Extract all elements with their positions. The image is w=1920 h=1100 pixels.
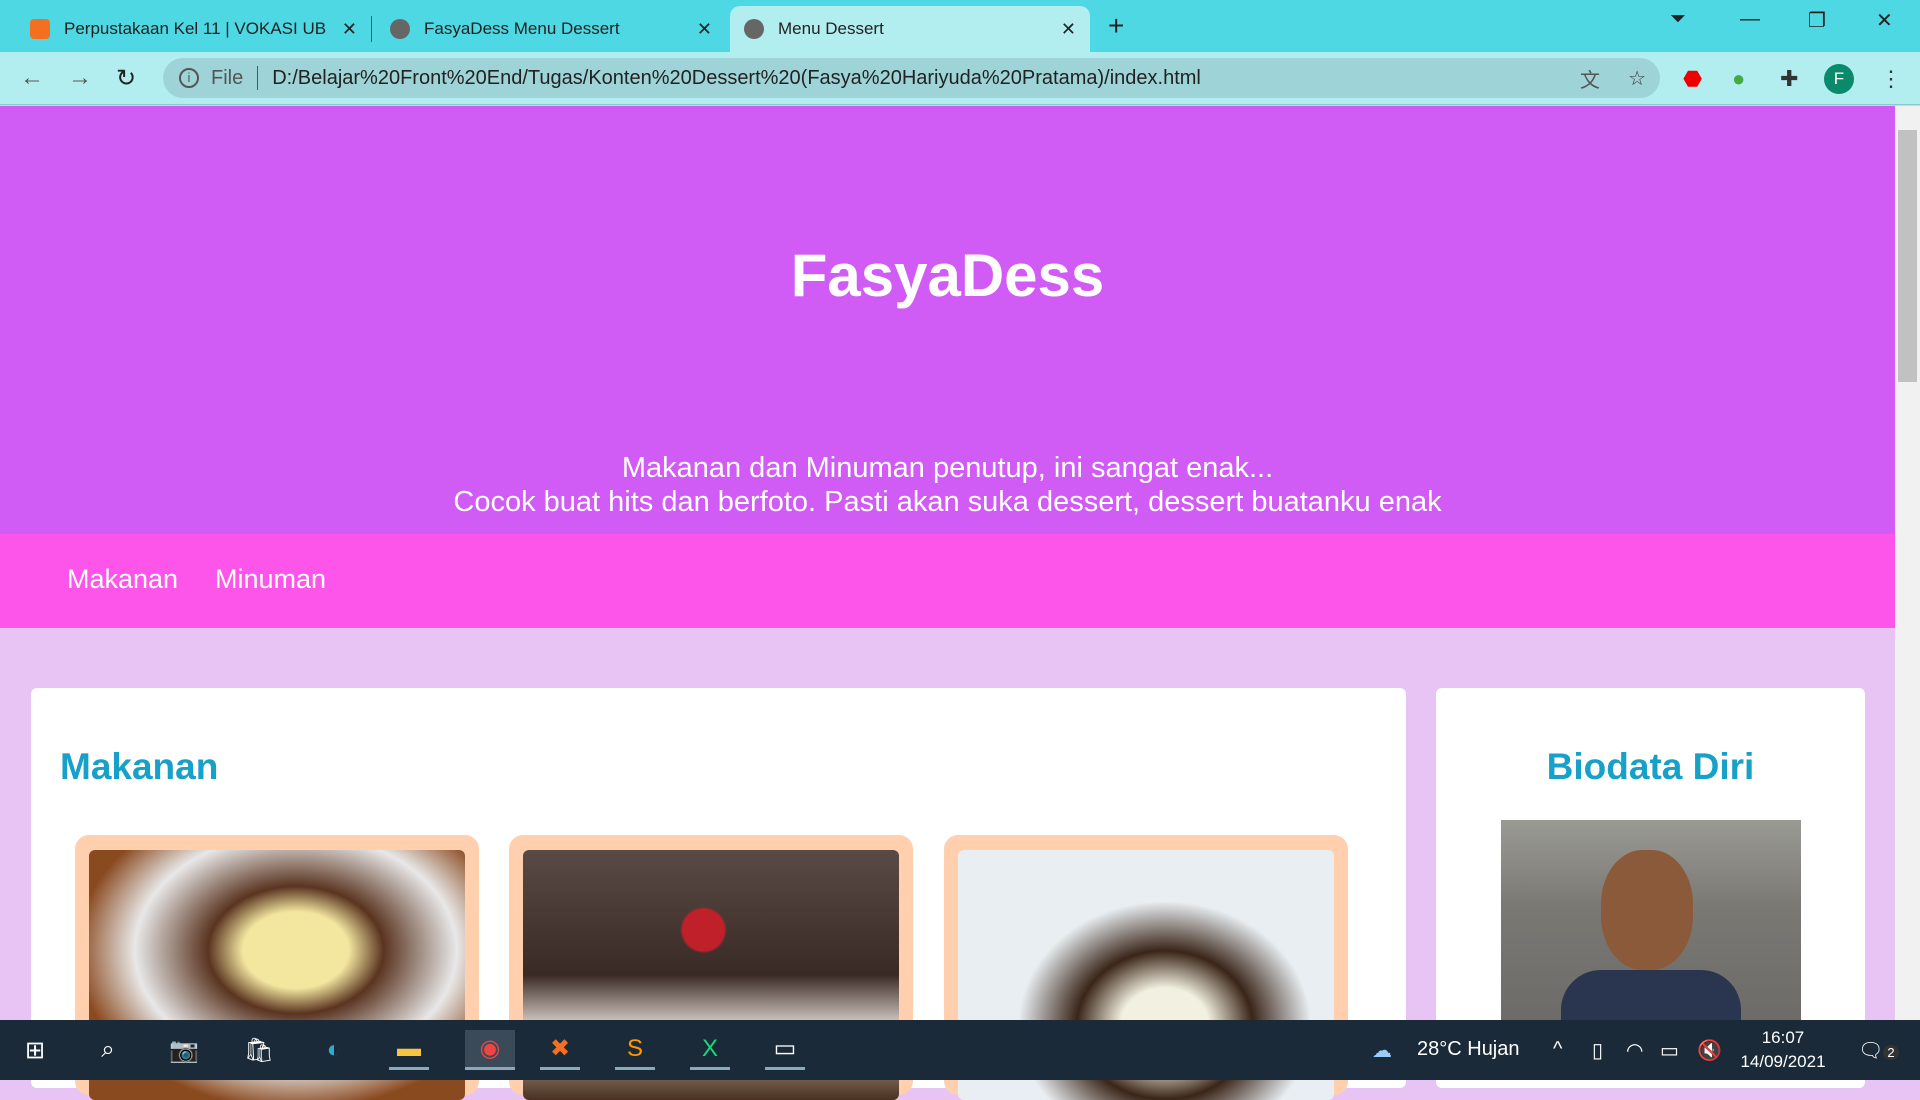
sidebar-title: Biodata Diri bbox=[1546, 746, 1755, 787]
edge-icon[interactable]: ◐ bbox=[314, 1030, 354, 1070]
back-icon[interactable]: ← bbox=[20, 64, 44, 92]
file-explorer-icon[interactable]: ▬ bbox=[389, 1030, 429, 1070]
store-icon[interactable]: 🛍 bbox=[239, 1030, 279, 1070]
weather-icon[interactable]: ☁ bbox=[1372, 1038, 1392, 1063]
camera-icon[interactable]: 📷 bbox=[164, 1030, 204, 1070]
show-hidden-icons[interactable]: ^ bbox=[1553, 1038, 1562, 1061]
info-icon[interactable]: i bbox=[179, 68, 199, 88]
forward-icon[interactable]: → bbox=[68, 64, 92, 92]
time: 16:07 bbox=[1761, 1028, 1805, 1047]
address-toolbar: ← → ↻ i File D:/Belajar%20Front%20End/Tu… bbox=[0, 52, 1920, 105]
reload-icon[interactable]: ↻ bbox=[116, 64, 136, 93]
menu-kebab-icon[interactable]: ⋮ bbox=[1880, 66, 1902, 92]
volume-muted-icon[interactable]: 🔇 bbox=[1697, 1038, 1722, 1063]
xampp-icon[interactable]: ✖ bbox=[540, 1030, 580, 1070]
page-header: FasyaDess Makanan dan Minuman penutup, i… bbox=[0, 106, 1895, 534]
nav-link-minuman[interactable]: Minuman bbox=[215, 564, 326, 595]
nav-menu: Makanan Minuman bbox=[0, 534, 1895, 628]
tab-search-icon[interactable]: ⏷ bbox=[1670, 8, 1686, 31]
address-bar[interactable]: i File D:/Belajar%20Front%20End/Tugas/Ko… bbox=[163, 58, 1660, 98]
search-icon[interactable]: ⌕ bbox=[88, 1030, 128, 1070]
battery-icon[interactable]: ▭ bbox=[1660, 1038, 1679, 1063]
minimize-button[interactable]: — bbox=[1740, 8, 1760, 31]
terminal-icon[interactable]: ▭ bbox=[765, 1030, 805, 1070]
close-window-button[interactable]: ✕ bbox=[1876, 8, 1893, 33]
meet-now-icon[interactable]: ▯ bbox=[1592, 1038, 1603, 1063]
extensions-puzzle-icon[interactable]: ✚ bbox=[1780, 66, 1798, 92]
subtitle-line-2: Cocok buat hits dan berfoto. Pasti akan … bbox=[453, 486, 1442, 518]
adblock-icon[interactable]: ⬣ bbox=[1683, 66, 1702, 92]
date: 14/09/2021 bbox=[1740, 1052, 1826, 1071]
divider bbox=[257, 66, 259, 90]
translate-icon[interactable]: 文 bbox=[1580, 64, 1600, 93]
globe-icon bbox=[390, 19, 410, 39]
tab-bar: Perpustakaan Kel 11 | VOKASI UB ✕ FasyaDe… bbox=[0, 0, 1920, 52]
tab-perpustakaan[interactable]: Perpustakaan Kel 11 | VOKASI UB ✕ bbox=[16, 6, 371, 52]
tab-title: FasyaDess Menu Dessert bbox=[424, 19, 620, 38]
notification-center-icon[interactable]: 🗨 2 bbox=[1858, 1038, 1899, 1063]
scrollbar-thumb[interactable] bbox=[1898, 130, 1917, 382]
clock[interactable]: 16:07 14/09/2021 bbox=[1738, 1026, 1828, 1074]
chrome-icon[interactable]: ◉ bbox=[465, 1030, 515, 1070]
extension-globe-icon[interactable]: ● bbox=[1732, 66, 1745, 92]
close-tab-icon[interactable]: ✕ bbox=[697, 19, 712, 40]
url-text[interactable]: D:/Belajar%20Front%20End/Tugas/Konten%20… bbox=[272, 67, 1201, 90]
site-title: FasyaDess bbox=[790, 242, 1105, 309]
profile-avatar[interactable]: F bbox=[1824, 64, 1854, 94]
wifi-icon[interactable]: ◠ bbox=[1626, 1038, 1643, 1063]
file-label: File bbox=[211, 66, 244, 89]
nav-link-makanan[interactable]: Makanan bbox=[67, 564, 178, 595]
section-title: Makanan bbox=[60, 746, 219, 787]
notification-count: 2 bbox=[1883, 1045, 1899, 1060]
tab-title: Menu Dessert bbox=[778, 19, 884, 38]
xampp-icon bbox=[30, 19, 50, 39]
new-tab-button[interactable]: + bbox=[1108, 10, 1124, 42]
weather-text[interactable]: 28°C Hujan bbox=[1417, 1038, 1520, 1061]
taskbar: ⊞ ⌕ 📷 🛍 ◐ ▬ ◉ ✖ S X ▭ ☁ 28°C Hujan ^ ▯ ◠… bbox=[0, 1020, 1920, 1080]
windows-start-icon[interactable]: ⊞ bbox=[15, 1030, 55, 1070]
globe-icon bbox=[744, 19, 764, 39]
restore-button[interactable]: ❐ bbox=[1808, 8, 1826, 33]
tab-fasyadess[interactable]: FasyaDess Menu Dessert ✕ bbox=[376, 6, 726, 52]
close-tab-icon[interactable]: ✕ bbox=[342, 19, 357, 40]
excel-icon[interactable]: X bbox=[690, 1030, 730, 1070]
subtitle-line-1: Makanan dan Minuman penutup, ini sangat … bbox=[621, 452, 1274, 484]
profile-photo bbox=[1501, 820, 1801, 1050]
sublime-text-icon[interactable]: S bbox=[615, 1030, 655, 1070]
tab-separator bbox=[371, 16, 372, 42]
tab-menu-dessert[interactable]: Menu Dessert ✕ bbox=[730, 6, 1090, 52]
tab-title: Perpustakaan Kel 11 | VOKASI UB bbox=[64, 19, 327, 38]
close-tab-icon[interactable]: ✕ bbox=[1061, 19, 1076, 40]
bookmark-star-icon[interactable]: ☆ bbox=[1628, 66, 1646, 91]
